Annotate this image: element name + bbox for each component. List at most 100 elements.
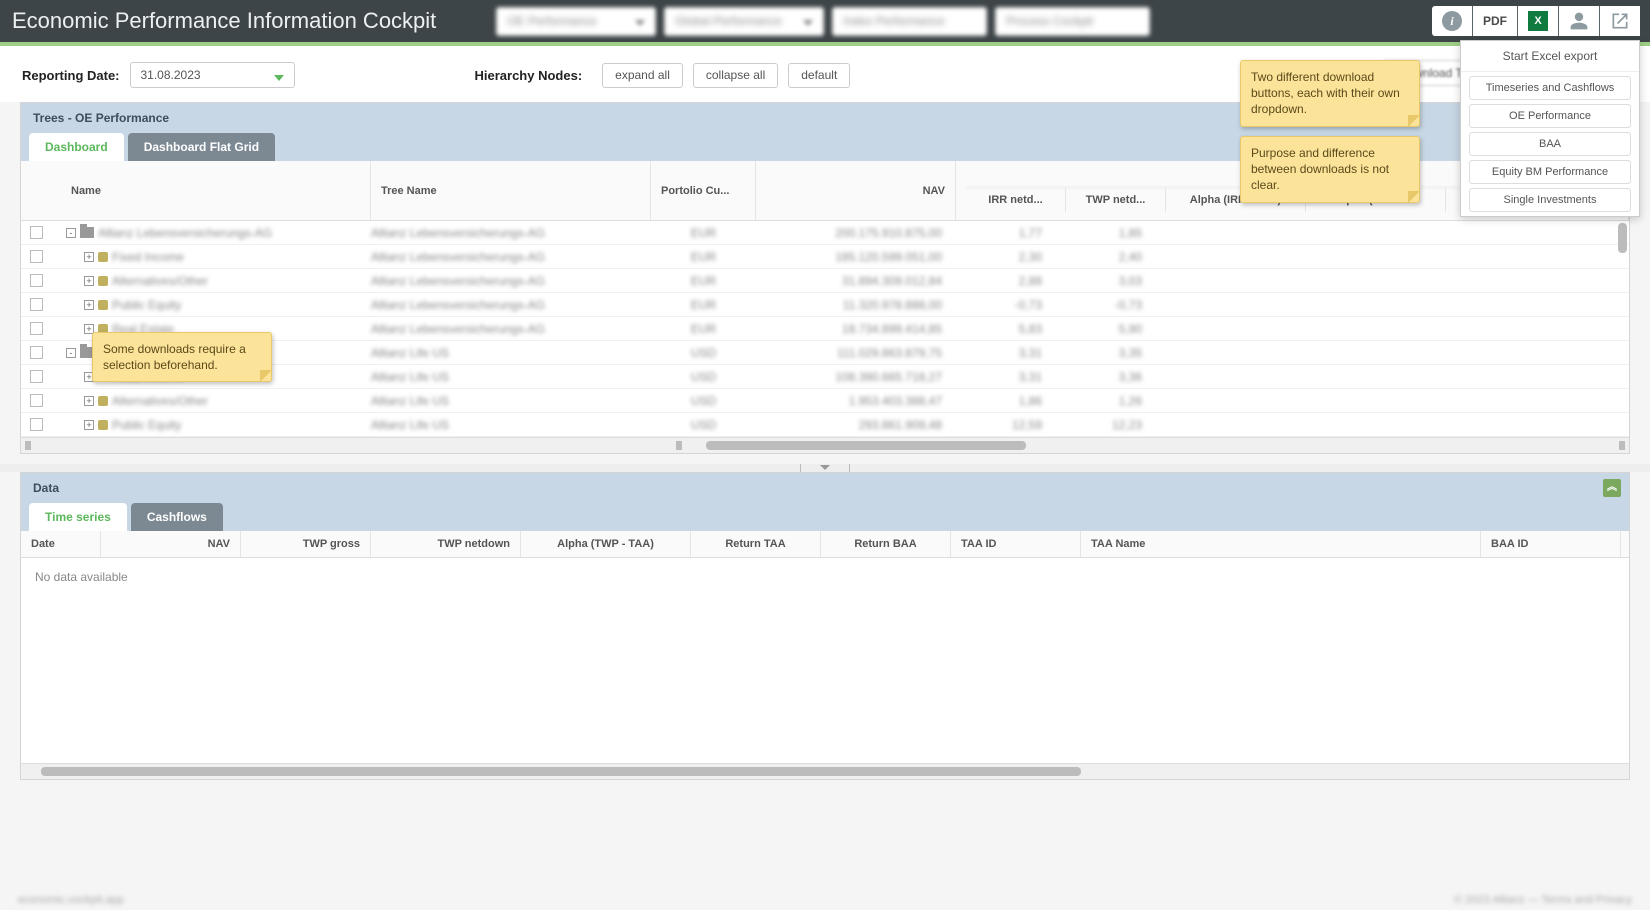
row-tree-name: Allianz Lebensversicherungs-AG: [371, 226, 651, 240]
row-twp: 1,26: [1056, 394, 1156, 408]
table-row[interactable]: +Public EquityAllianz Lebensversicherung…: [21, 293, 1629, 317]
trees-grid-body[interactable]: - Allianz Lebensversicherungs-AG Allianz L…: [21, 221, 1629, 437]
left-hscroll[interactable]: [21, 437, 686, 453]
chevron-down-icon: [274, 75, 284, 81]
export-item-equity-bm[interactable]: Equity BM Performance: [1469, 160, 1631, 184]
data-panel: Data ︽ Time series Cashflows Date NAV TW…: [20, 472, 1630, 780]
col-portfolio-ccy[interactable]: Portolio Cu...: [651, 161, 756, 220]
data-horizontal-scrollbar[interactable]: [21, 763, 1629, 779]
tab-time-series[interactable]: Time series: [29, 503, 127, 531]
tree-expand-toggle[interactable]: -: [66, 348, 76, 358]
row-irr: -0,73: [956, 298, 1056, 312]
row-nav: 200.175.910.875,00: [756, 226, 956, 240]
export-item-timeseries-cashflows[interactable]: Timeseries and Cashflows: [1469, 76, 1631, 100]
user-menu-button[interactable]: [1558, 6, 1599, 36]
data-grid-headers: Date NAV TWP gross TWP netdown Alpha (TW…: [21, 531, 1629, 558]
export-item-baa[interactable]: BAA: [1469, 132, 1631, 156]
col-twp-netdown[interactable]: TWP netdown: [371, 531, 521, 557]
row-tree-name: Allianz Life US: [371, 394, 651, 408]
col-twp-netdown[interactable]: TWP netd...: [1066, 188, 1166, 212]
tab-dashboard[interactable]: Dashboard: [29, 133, 124, 161]
export-item-single-investments[interactable]: Single Investments: [1469, 188, 1631, 212]
row-checkbox[interactable]: [30, 346, 43, 359]
default-button[interactable]: default: [788, 63, 850, 88]
table-row[interactable]: -Allianz Lebensversicherungs-AGAllianz L…: [21, 221, 1629, 245]
col-taa-name[interactable]: TAA Name: [1081, 531, 1481, 557]
reporting-date-select[interactable]: 31.08.2023: [130, 62, 295, 88]
col-date[interactable]: Date: [21, 531, 101, 557]
expand-all-button[interactable]: expand all: [602, 63, 683, 88]
table-row[interactable]: +Public EquityAllianz Life USUSD293.861.…: [21, 413, 1629, 437]
row-checkbox[interactable]: [30, 370, 43, 383]
col-tree-name[interactable]: Tree Name: [371, 161, 651, 220]
row-name: Fixed Income: [112, 250, 184, 264]
pdf-export-button[interactable]: PDF: [1472, 6, 1517, 36]
row-twp: -0,73: [1056, 298, 1156, 312]
tab-cashflows[interactable]: Cashflows: [131, 503, 223, 531]
row-checkbox[interactable]: [30, 322, 43, 335]
tab-dashboard-flat-grid[interactable]: Dashboard Flat Grid: [128, 133, 275, 161]
chevron-up-double-icon: ︽: [1607, 484, 1617, 492]
row-irr: 5,83: [956, 322, 1056, 336]
col-nav[interactable]: NAV: [101, 531, 241, 557]
excel-export-button[interactable]: X: [1517, 6, 1558, 36]
row-checkbox-cell: [21, 346, 51, 359]
col-irr-netdown[interactable]: IRR netd...: [966, 188, 1066, 212]
footer-left: economic.cockpit.app: [18, 894, 124, 906]
footer-right: © 2023 Allianz — Terms and Privacy: [1454, 894, 1632, 906]
col-name[interactable]: Name: [21, 161, 371, 220]
tree-expand-toggle[interactable]: -: [66, 228, 76, 238]
header-nav-dropdowns: OE Performance Global Performance Index …: [496, 7, 1150, 36]
leaf-icon: [98, 252, 108, 262]
popout-icon: [1610, 11, 1630, 31]
col-taa-id[interactable]: TAA ID: [951, 531, 1081, 557]
trees-panel-title: Trees - OE Performance: [33, 111, 169, 125]
nav-link-index[interactable]: Index Performance: [832, 7, 987, 36]
col-return-taa[interactable]: Return TAA: [691, 531, 821, 557]
collapse-panel-button[interactable]: ︽: [1603, 479, 1621, 497]
row-tree-name: Allianz Life US: [371, 418, 651, 432]
reporting-date-label: Reporting Date:: [22, 68, 120, 83]
nav-link-process[interactable]: Process Cockpit: [995, 7, 1150, 36]
row-twp: 5,90: [1056, 322, 1156, 336]
col-alpha-twp-taa[interactable]: Alpha (TWP - TAA): [521, 531, 691, 557]
row-checkbox[interactable]: [30, 226, 43, 239]
nav-dropdown-oe[interactable]: OE Performance: [496, 7, 656, 36]
collapse-all-button[interactable]: collapse all: [693, 63, 778, 88]
tree-expand-toggle[interactable]: +: [84, 396, 94, 406]
info-button[interactable]: i: [1432, 6, 1472, 36]
popout-button[interactable]: [1599, 6, 1640, 36]
trees-horizontal-scrollbars: [21, 437, 1629, 453]
row-name-cell: + Fixed Income: [51, 250, 371, 264]
row-checkbox[interactable]: [30, 298, 43, 311]
row-checkbox[interactable]: [30, 250, 43, 263]
tree-expand-toggle[interactable]: +: [84, 276, 94, 286]
vertical-scrollbar-thumb[interactable]: [1618, 223, 1627, 253]
hierarchy-controls: Hierarchy Nodes: expand all collapse all…: [475, 63, 851, 88]
row-nav: 11.320.978.888,00: [756, 298, 956, 312]
export-item-oe-performance[interactable]: OE Performance: [1469, 104, 1631, 128]
nav-dropdown-global[interactable]: Global Performance: [664, 7, 824, 36]
table-row[interactable]: +Fixed IncomeAllianz Lebensversicherungs…: [21, 245, 1629, 269]
row-twp: 2,40: [1056, 250, 1156, 264]
panel-splitter[interactable]: [0, 464, 1650, 472]
row-ccy: EUR: [651, 226, 756, 240]
col-baa-id[interactable]: BAA ID: [1481, 531, 1621, 557]
right-hscroll[interactable]: [686, 437, 1629, 453]
row-checkbox[interactable]: [30, 418, 43, 431]
table-row[interactable]: +Alternatives/OtherAllianz Lebensversich…: [21, 269, 1629, 293]
row-checkbox[interactable]: [30, 274, 43, 287]
row-twp: 3,36: [1056, 370, 1156, 384]
row-name-cell: +Public Equity: [51, 418, 371, 432]
row-nav: 111.029.863.879,75: [756, 346, 956, 360]
data-grid-body[interactable]: No data available: [21, 558, 1629, 763]
col-nav[interactable]: NAV: [756, 161, 956, 220]
table-row[interactable]: +Alternatives/OtherAllianz Life USUSD1.9…: [21, 389, 1629, 413]
tree-expand-toggle[interactable]: +: [84, 420, 94, 430]
col-twp-gross[interactable]: TWP gross: [241, 531, 371, 557]
col-return-baa[interactable]: Return BAA: [821, 531, 951, 557]
tree-expand-toggle[interactable]: +: [84, 252, 94, 262]
leaf-icon: [98, 420, 108, 430]
tree-expand-toggle[interactable]: +: [84, 300, 94, 310]
row-checkbox[interactable]: [30, 394, 43, 407]
